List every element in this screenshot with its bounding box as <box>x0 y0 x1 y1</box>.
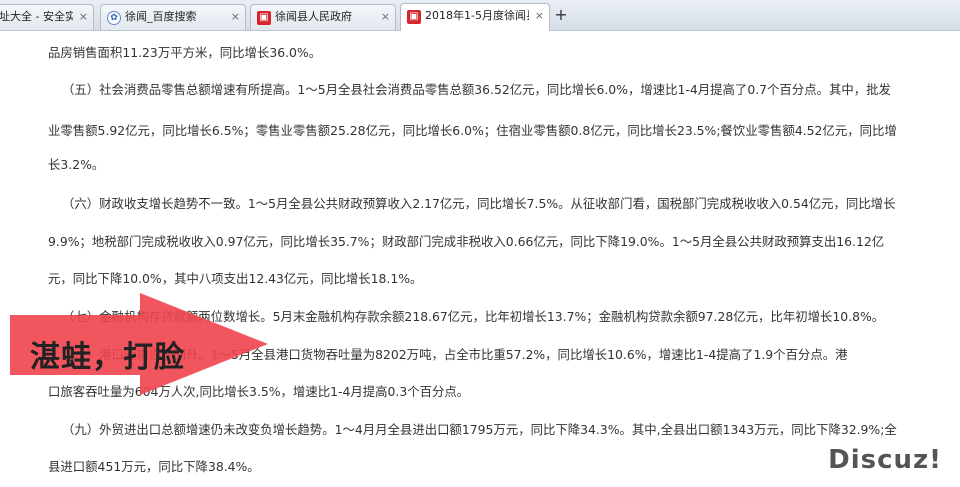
article-line: 品房销售面积11.23万平方米，同比增长36.0%。 <box>48 45 322 60</box>
tab-site-directory[interactable]: 址大全 - 安全实... × <box>0 4 94 30</box>
tab-baidu-search[interactable]: ✿ 徐闻_百度搜索 × <box>100 4 246 30</box>
tab-report-active[interactable]: ▣ 2018年1-5月度徐闻县... × <box>400 3 550 31</box>
tab-county-government[interactable]: ▣ 徐闻县人民政府 × <box>250 4 396 30</box>
new-tab-button[interactable]: + <box>552 4 570 26</box>
article-line: 元，同比下降10.0%，其中八项支出12.43亿元，同比增长18.1%。 <box>48 271 423 286</box>
article-line: 县进口额451万元，同比下降38.4%。 <box>48 459 260 474</box>
article-line: 业零售额5.92亿元，同比增长6.5%；零售业零售额25.28亿元，同比增长6.… <box>48 123 897 138</box>
tab-title: 徐闻_百度搜索 <box>125 10 197 23</box>
browser-tab-bar: 址大全 - 安全实... × ✿ 徐闻_百度搜索 × ▣ 徐闻县人民政府 × ▣… <box>0 0 960 31</box>
overlay-caption: 湛蛙，打脸 <box>30 340 185 375</box>
close-icon[interactable]: × <box>535 4 544 28</box>
globe-icon: ✿ <box>107 11 121 25</box>
article-body: 品房销售面积11.23万平方米，同比增长36.0%。 （五）社会消费品零售总额增… <box>0 31 960 487</box>
red-page-icon: ▣ <box>257 11 271 25</box>
close-icon[interactable]: × <box>79 5 88 29</box>
tab-title: 址大全 - 安全实... <box>0 10 73 23</box>
close-icon[interactable]: × <box>231 5 240 29</box>
article-line: （六）财政收支增长趋势不一致。1～5月全县公共财政预算收入2.17亿元，同比增长… <box>62 196 896 211</box>
red-page-icon: ▣ <box>407 10 421 24</box>
article-line: 9.9%；地税部门完成税收收入0.97亿元，同比增长35.7%；财政部门完成非税… <box>48 234 885 249</box>
tab-title: 2018年1-5月度徐闻县... <box>425 9 529 22</box>
discuz-watermark: Discuz! <box>828 445 942 475</box>
article-line: （九）外贸进出口总额增速仍未改变负增长趋势。1～4月月全县进出口额1795万元，… <box>62 422 897 437</box>
tab-title: 徐闻县人民政府 <box>275 10 352 23</box>
close-icon[interactable]: × <box>381 5 390 29</box>
article-line: 长3.2%。 <box>48 157 105 172</box>
article-line: （五）社会消费品零售总额增速有所提高。1～5月全县社会消费品零售总额36.52亿… <box>62 82 891 97</box>
